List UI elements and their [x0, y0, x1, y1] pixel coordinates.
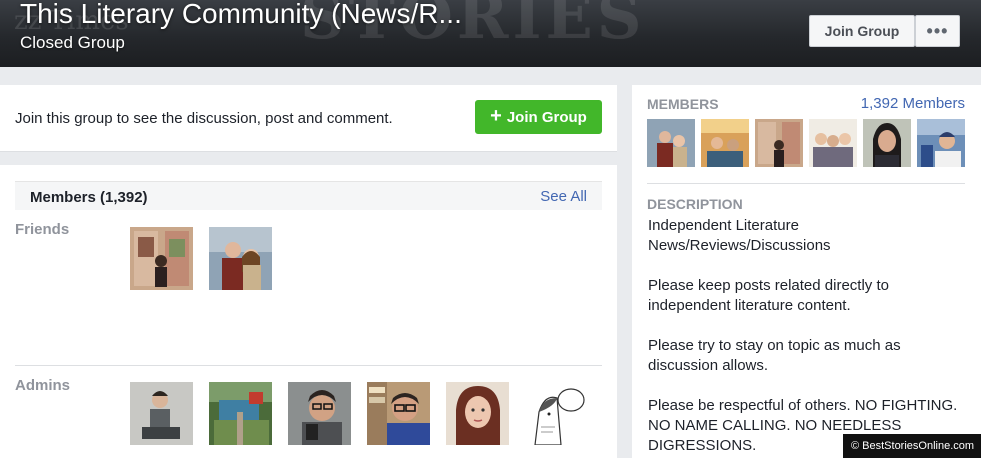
member-avatar[interactable] — [647, 119, 695, 167]
plus-icon: + — [490, 105, 502, 127]
admins-label: Admins — [15, 377, 71, 394]
admin-avatar[interactable] — [288, 382, 351, 445]
members-count-link[interactable]: 1,392 Members — [861, 95, 965, 112]
group-privacy-label: Closed Group — [20, 33, 125, 52]
admin-avatar[interactable] — [209, 382, 272, 445]
admin-avatar[interactable] — [446, 382, 509, 445]
friend-avatar[interactable] — [209, 227, 272, 290]
join-group-button-label: Join Group — [506, 108, 587, 126]
description-paragraph: Please keep posts related directly to in… — [648, 277, 889, 314]
header-join-group-button[interactable]: Join Group — [809, 15, 915, 47]
group-cover-photo: STORIES zz Times This Literary Community… — [0, 0, 981, 67]
join-prompt-text: Join this group to see the discussion, p… — [15, 110, 393, 127]
member-avatar[interactable] — [809, 119, 857, 167]
join-group-button[interactable]: + Join Group — [475, 100, 602, 134]
see-all-link[interactable]: See All — [540, 188, 587, 205]
group-title[interactable]: This Literary Community (News/R... — [20, 0, 462, 30]
members-label: MEMBERS — [647, 96, 719, 112]
member-avatar[interactable] — [755, 119, 803, 167]
friends-label: Friends — [15, 221, 70, 238]
sidebar-divider — [647, 183, 965, 184]
friend-avatar[interactable] — [130, 227, 193, 290]
watermark: © BestStoriesOnline.com — [843, 434, 981, 458]
members-title: Members (1,392) — [30, 189, 148, 206]
members-header: Members (1,392) See All — [15, 181, 602, 210]
section-divider — [15, 365, 602, 366]
member-avatar[interactable] — [863, 119, 911, 167]
more-options-button[interactable]: ••• — [915, 15, 960, 47]
description-paragraph: Independent Literature News/Reviews/Disc… — [648, 217, 831, 254]
description-paragraph: Please try to stay on topic as much as d… — [648, 337, 901, 374]
member-avatar[interactable] — [917, 119, 965, 167]
admin-avatar[interactable] — [130, 382, 193, 445]
description-label: DESCRIPTION — [647, 196, 743, 212]
admin-avatar[interactable] — [525, 382, 588, 445]
member-avatar[interactable] — [701, 119, 749, 167]
admin-avatar[interactable] — [367, 382, 430, 445]
